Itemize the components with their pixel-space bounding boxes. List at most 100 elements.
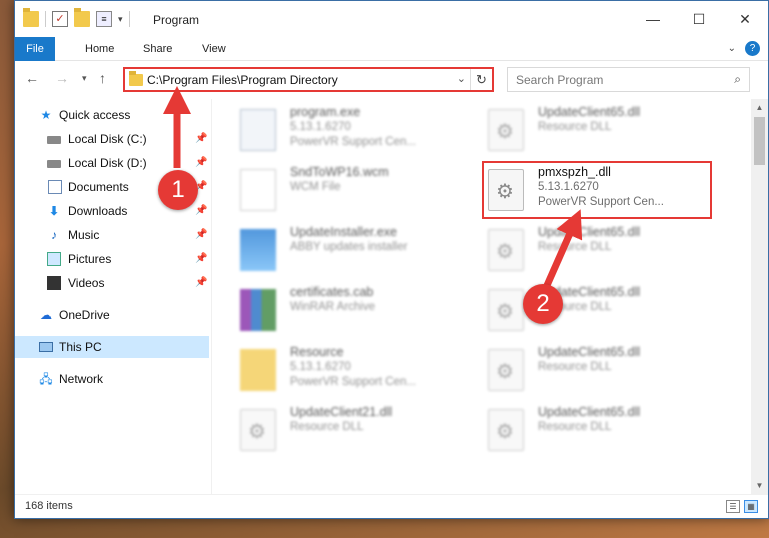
tab-view[interactable]: View [202,37,226,61]
expand-ribbon-icon[interactable]: ⌄ [728,43,736,54]
file-name: certificates.cab [290,285,374,299]
pc-icon [39,342,53,352]
file-type: Resource DLL [538,121,612,133]
file-name: UpdateClient65.dll [538,345,641,359]
documents-icon [48,180,62,194]
status-bar: 168 items ☰ ▦ [15,494,768,518]
file-type: ABBY updates installer [290,241,408,253]
file-item[interactable]: UpdateClient65.dll Resource DLL [484,103,714,161]
file-item[interactable]: UpdateClient65.dll Resource DLL [484,403,714,461]
file-item[interactable]: Resource 5.13.1.6270 PowerVR Support Cen… [236,343,466,401]
pictures-icon [47,252,61,266]
back-arrow-icon[interactable]: ← [25,70,39,86]
vertical-scrollbar[interactable]: ▲ ▼ [751,99,768,494]
sidebar-item-quick-access[interactable]: ★ Quick access [15,104,209,126]
pin-icon[interactable]: 📌 [195,152,207,174]
address-path[interactable]: C:\Program Files\Program Directory [147,73,338,87]
properties-check-icon[interactable]: ✓ [52,11,68,27]
file-item[interactable]: UpdateClient21.dll Resource DLL [236,403,466,461]
pin-icon[interactable]: 📌 [195,200,207,222]
dll-icon [488,109,524,151]
sidebar-item-label: Music [68,228,100,242]
search-input[interactable]: Search Program ⌕ [507,67,750,92]
dll-icon [488,289,524,331]
sidebar-item-label: Videos [68,276,105,290]
scrollbar-thumb[interactable] [754,117,765,165]
close-button[interactable]: ✕ [722,1,768,37]
file-version: 5.13.1.6270 [538,181,599,193]
maximize-button[interactable]: ☐ [676,1,722,37]
divider [45,11,46,27]
pin-icon[interactable]: 📌 [195,248,207,270]
exe-icon [240,109,276,151]
scroll-down-icon[interactable]: ▼ [751,477,768,494]
tab-share[interactable]: Share [143,37,172,61]
tab-file[interactable]: File [15,37,55,61]
details-view-icon[interactable]: ☰ [726,500,740,513]
file-item[interactable]: certificates.cab WinRAR Archive [236,283,466,341]
sidebar-item-videos[interactable]: Videos 📌 [15,272,209,294]
pin-icon[interactable]: 📌 [195,272,207,294]
sidebar-item-network[interactable]: 🖧 Network [15,368,209,390]
file-type: WCM File [290,181,341,193]
file-type: Resource DLL [290,421,364,433]
file-item[interactable]: UpdateClient65.dll Resource DLL [484,223,714,281]
file-name: Resource [290,345,344,359]
cloud-icon: ☁ [40,308,52,322]
file-version: 5.13.1.6270 [290,361,351,373]
sidebar-item-onedrive[interactable]: ☁ OneDrive [15,304,209,326]
sidebar-item-local-disk-c[interactable]: Local Disk (C:) 📌 [15,128,209,150]
dll-icon [240,409,276,451]
sidebar-item-pictures[interactable]: Pictures 📌 [15,248,209,270]
file-item-highlighted[interactable]: pmxspzh_.dll 5.13.1.6270 PowerVR Support… [482,161,712,219]
file-name: UpdateClient65.dll [538,225,641,239]
music-icon: ♪ [51,228,57,242]
sidebar-item-label: Documents [68,180,129,194]
explorer-window: ✓ ≡ ▾ Program — ☐ ✕ File Home Share View… [14,0,769,519]
navigation-bar: ← → ▾ ↑ C:\Program Files\Program Directo… [15,62,768,96]
sidebar-item-label: Downloads [68,204,128,218]
help-icon[interactable]: ? [745,41,760,56]
address-history-chevron-icon[interactable]: ⌄ [457,72,466,85]
forward-arrow-icon[interactable]: → [55,70,69,86]
videos-icon [47,276,61,290]
file-name: UpdateClient21.dll [290,405,393,419]
file-name: pmxspzh_.dll [538,165,611,179]
file-name: UpdateClient65.dll [538,405,641,419]
customize-toolbar-icon[interactable]: ≡ [96,11,112,27]
refresh-icon[interactable]: ↻ [470,69,492,90]
step-2-badge: 2 [523,284,563,324]
sidebar-item-label: Pictures [68,252,112,266]
dll-icon [488,409,524,451]
folder-icon [23,8,39,27]
sidebar-item-music[interactable]: ♪ Music 📌 [15,224,209,246]
sidebar-item-this-pc[interactable]: This PC [15,336,209,358]
dll-icon [488,169,524,211]
file-item[interactable]: UpdateClient65.dll Resource DLL [484,283,714,341]
address-bar[interactable]: C:\Program Files\Program Directory ⌄ ↻ [123,67,494,92]
up-arrow-icon[interactable]: ↑ [99,70,106,86]
file-type: Resource DLL [538,241,612,253]
tab-home[interactable]: Home [85,37,114,61]
chevron-down-icon[interactable]: ▾ [118,14,123,25]
download-icon: ⬇ [48,204,60,218]
new-folder-icon[interactable] [74,8,90,27]
view-toggle: ☰ ▦ [726,500,758,513]
pin-icon[interactable]: 📌 [195,224,207,246]
file-item[interactable]: UpdateClient65.dll Resource DLL [484,343,714,401]
search-icon[interactable]: ⌕ [734,72,741,87]
scroll-up-icon[interactable]: ▲ [751,99,768,116]
star-icon: ★ [40,108,52,122]
file-item[interactable]: program.exe 5.13.1.6270 PowerVR Support … [236,103,466,161]
file-description: PowerVR Support Cen... [538,196,664,208]
network-icon: 🖧 [39,372,53,386]
disk-icon [47,136,61,144]
minimize-button[interactable]: — [630,1,676,37]
large-icons-view-icon[interactable]: ▦ [744,500,758,513]
pin-icon[interactable]: 📌 [195,128,207,150]
file-item[interactable]: UpdateInstaller.exe ABBY updates install… [236,223,466,281]
folder-icon [240,349,276,391]
recent-locations-chevron-icon[interactable]: ▾ [82,73,87,84]
file-item[interactable]: SndToWP16.wcm WCM File [236,163,466,221]
installer-icon [240,229,276,271]
